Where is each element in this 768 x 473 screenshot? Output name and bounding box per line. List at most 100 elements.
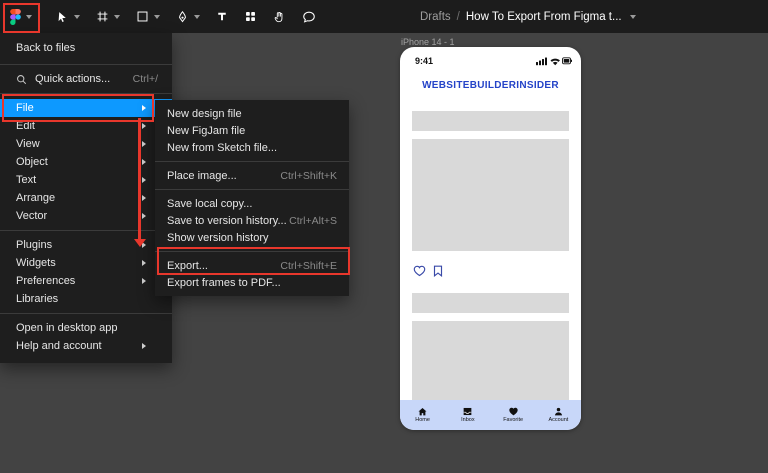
- move-cursor-icon: [56, 10, 69, 24]
- menu-item-label: Show version history: [167, 232, 269, 244]
- frame-name-label[interactable]: iPhone 14 - 1: [401, 37, 455, 47]
- menu-item-file[interactable]: File: [0, 99, 172, 117]
- nav-item-inbox[interactable]: Inbox: [445, 400, 490, 430]
- menu-item-label: File: [16, 102, 34, 114]
- status-icons: [536, 56, 572, 66]
- menu-item-label: Place image...: [167, 170, 237, 182]
- nav-label: Account: [548, 417, 568, 423]
- menu-item-vector[interactable]: Vector: [0, 207, 172, 225]
- move-tool-button[interactable]: [48, 0, 88, 33]
- nav-item-account[interactable]: Account: [536, 400, 581, 430]
- menu-item-label: Back to files: [16, 42, 75, 54]
- bookmark-outline-icon[interactable]: [433, 265, 443, 277]
- nav-label: Home: [415, 417, 430, 423]
- shortcut-label: Ctrl+Shift+K: [280, 170, 337, 182]
- nav-item-home[interactable]: Home: [400, 400, 445, 430]
- figma-main-menu: Back to files Quick actions... Ctrl+/ Fi…: [0, 33, 172, 363]
- phone-frame[interactable]: 9:41: [400, 47, 581, 430]
- frame-tool-button[interactable]: [88, 0, 128, 33]
- menu-item-edit[interactable]: Edit: [0, 117, 172, 135]
- figma-main-menu-button[interactable]: [0, 0, 42, 33]
- menu-item-arrange[interactable]: Arrange: [0, 189, 172, 207]
- text-placeholder-1[interactable]: [412, 111, 569, 131]
- menu-item-open-in-desktop-app[interactable]: Open in desktop app: [0, 319, 172, 337]
- menu-item-label: Quick actions...: [35, 73, 110, 85]
- menu-item-label: Export frames to PDF...: [167, 277, 281, 289]
- chevron-down-icon[interactable]: [630, 15, 636, 19]
- text-icon: [216, 10, 228, 23]
- menu-item-label: New design file: [167, 108, 242, 120]
- resources-button[interactable]: [236, 0, 265, 33]
- menu-item-label: Vector: [16, 210, 47, 222]
- person-icon: [553, 407, 564, 416]
- submenu-arrow-icon: [142, 343, 146, 349]
- menu-item-preferences[interactable]: Preferences: [0, 272, 172, 290]
- menu-divider: [0, 93, 172, 94]
- hand-tool-button[interactable]: [265, 0, 294, 33]
- figma-app-window: Drafts / How To Export From Figma t... i…: [0, 0, 768, 473]
- submenu-item-place-image[interactable]: Place image... Ctrl+Shift+K: [155, 167, 349, 184]
- image-placeholder-1[interactable]: [412, 139, 569, 251]
- menu-item-label: Edit: [16, 120, 35, 132]
- pen-icon: [176, 10, 189, 24]
- status-time: 9:41: [415, 56, 433, 66]
- menu-item-widgets[interactable]: Widgets: [0, 254, 172, 272]
- menu-item-object[interactable]: Object: [0, 153, 172, 171]
- submenu-item-save-local-copy[interactable]: Save local copy...: [155, 195, 349, 212]
- menu-item-help-and-account[interactable]: Help and account: [0, 337, 172, 355]
- chevron-down-icon[interactable]: [194, 15, 200, 19]
- submenu-arrow-icon: [142, 159, 146, 165]
- submenu-arrow-icon: [142, 260, 146, 266]
- menu-item-label: New from Sketch file...: [167, 142, 277, 154]
- heart-outline-icon[interactable]: [413, 265, 426, 277]
- menu-item-label: Open in desktop app: [16, 322, 118, 334]
- menu-item-text[interactable]: Text: [0, 171, 172, 189]
- comment-tool-button[interactable]: [294, 0, 324, 33]
- breadcrumb-folder[interactable]: Drafts: [420, 11, 451, 23]
- menu-item-label: New FigJam file: [167, 125, 245, 137]
- menu-item-label: Text: [16, 174, 36, 186]
- chevron-down-icon[interactable]: [114, 15, 120, 19]
- chevron-down-icon: [26, 15, 32, 19]
- document-title[interactable]: How To Export From Figma t...: [466, 11, 622, 23]
- menu-item-libraries[interactable]: Libraries: [0, 290, 172, 308]
- file-submenu: New design file New FigJam file New from…: [155, 100, 349, 296]
- home-icon: [417, 407, 428, 416]
- submenu-item-save-to-version-history[interactable]: Save to version history... Ctrl+Alt+S: [155, 212, 349, 229]
- bottom-nav-bar: Home Inbox Favorite Account: [400, 400, 581, 430]
- chevron-down-icon[interactable]: [154, 15, 160, 19]
- menu-item-label: Save to version history...: [167, 215, 287, 227]
- submenu-item-show-version-history[interactable]: Show version history: [155, 229, 349, 246]
- menu-item-label: Preferences: [16, 275, 75, 287]
- submenu-arrow-icon: [142, 278, 146, 284]
- image-placeholder-2[interactable]: [412, 321, 569, 400]
- submenu-arrow-icon: [142, 177, 146, 183]
- text-placeholder-2[interactable]: [412, 293, 569, 313]
- menu-item-back-to-files[interactable]: Back to files: [0, 37, 172, 59]
- submenu-item-export-frames-to-pdf[interactable]: Export frames to PDF...: [155, 274, 349, 291]
- chevron-down-icon[interactable]: [74, 15, 80, 19]
- nav-item-favorite[interactable]: Favorite: [491, 400, 536, 430]
- menu-divider: [155, 251, 349, 252]
- frame-icon: [96, 10, 109, 23]
- menu-item-label: Libraries: [16, 293, 58, 305]
- shape-tool-button[interactable]: [128, 0, 168, 33]
- app-title[interactable]: WEBSITEBUILDERINSIDER: [400, 80, 581, 91]
- menu-item-label: Plugins: [16, 239, 52, 251]
- submenu-item-new-figjam-file[interactable]: New FigJam file: [155, 122, 349, 139]
- submenu-item-export[interactable]: Export... Ctrl+Shift+E: [155, 257, 349, 274]
- menu-divider: [0, 313, 172, 314]
- text-tool-button[interactable]: [208, 0, 236, 33]
- breadcrumb-separator: /: [457, 11, 460, 23]
- pen-tool-button[interactable]: [168, 0, 208, 33]
- submenu-arrow-icon: [142, 195, 146, 201]
- submenu-arrow-icon: [142, 141, 146, 147]
- menu-item-quick-actions[interactable]: Quick actions... Ctrl+/: [0, 70, 172, 88]
- menu-item-plugins[interactable]: Plugins: [0, 236, 172, 254]
- menu-item-label: Save local copy...: [167, 198, 252, 210]
- submenu-item-new-design-file[interactable]: New design file: [155, 105, 349, 122]
- menu-item-view[interactable]: View: [0, 135, 172, 153]
- submenu-arrow-icon: [142, 213, 146, 219]
- menu-item-label: Export...: [167, 260, 208, 272]
- submenu-item-new-from-sketch-file[interactable]: New from Sketch file...: [155, 139, 349, 156]
